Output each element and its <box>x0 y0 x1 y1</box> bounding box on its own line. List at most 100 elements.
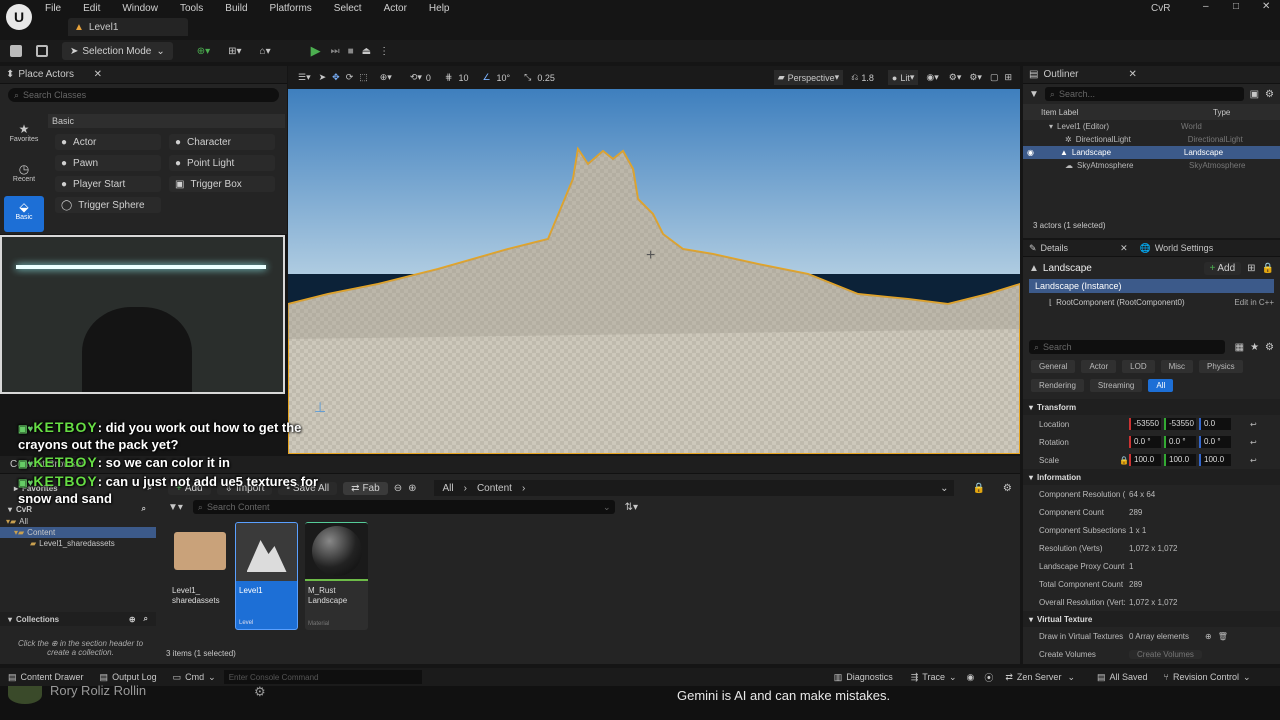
settings-icon[interactable]: ⚙▾ <box>969 72 982 83</box>
menu-tools[interactable]: Tools <box>180 3 203 14</box>
details-tab[interactable]: Details <box>1041 243 1069 253</box>
transform-section[interactable]: ▾ Transform <box>1023 399 1280 415</box>
location-x[interactable]: -53550 <box>1129 418 1161 430</box>
edit-in-cpp-link[interactable]: Edit in C++ <box>1234 298 1274 307</box>
rotation-y[interactable]: 0.0 ° <box>1164 436 1196 448</box>
location-dropdown[interactable]: Location <box>1039 420 1129 429</box>
tab-actor[interactable]: Actor <box>1081 360 1117 373</box>
diagnostics-button[interactable]: Diagnostics <box>846 672 893 682</box>
cinematics-icon[interactable]: ⌂▾ <box>260 46 271 57</box>
tree-all[interactable]: ▾▰ All <box>0 516 156 527</box>
scale-icon[interactable]: ⬚ <box>359 72 368 83</box>
outliner-row[interactable]: ☁ SkyAtmosphere SkyAtmosphere <box>1023 159 1280 172</box>
menu-file[interactable]: File <box>45 3 61 14</box>
blueprint-icon[interactable]: ⊞▾ <box>228 46 241 57</box>
chevron-down-icon[interactable]: ⌄ <box>949 672 957 683</box>
tab-rendering[interactable]: Rendering <box>1031 379 1084 392</box>
zen-server-dropdown[interactable]: Zen Server <box>1017 672 1062 682</box>
menu-window[interactable]: Window <box>122 3 158 14</box>
point-light-item[interactable]: ● Point Light <box>169 155 275 171</box>
close-icon[interactable]: ✕ <box>1128 69 1136 80</box>
maximize-icon[interactable]: □ <box>1233 1 1239 12</box>
grid-snap-icon[interactable]: ⋕ <box>445 72 453 83</box>
plus-circle-icon[interactable]: ⊕ <box>1205 632 1212 641</box>
menu-build[interactable]: Build <box>225 3 247 14</box>
expand-icon[interactable]: ▾ <box>1049 122 1053 131</box>
asset-tile[interactable]: Level1_ sharedassets <box>168 522 231 630</box>
perspective-dropdown[interactable]: ▰ Perspective ▾ <box>773 70 844 85</box>
all-saved-button[interactable]: All Saved <box>1110 672 1148 682</box>
step-icon[interactable]: ⏭ <box>331 46 340 57</box>
level-viewport[interactable]: + ⊥ <box>288 89 1020 454</box>
trace-dropdown[interactable]: Trace <box>922 672 945 682</box>
location-y[interactable]: -53550 <box>1164 418 1196 430</box>
console-input[interactable]: Enter Console Command <box>223 670 422 684</box>
move-icon[interactable]: ✥ <box>332 72 340 83</box>
actor-item[interactable]: ● Actor <box>55 134 161 150</box>
hamburger-icon[interactable]: ☰▾ <box>298 72 311 83</box>
chevron-down-icon[interactable]: ⌄ <box>1067 672 1075 683</box>
revision-control-dropdown[interactable]: Revision Control <box>1173 672 1239 682</box>
collections-header[interactable]: ▾ Collections ⊕ ⌕ <box>0 612 156 626</box>
level-tab[interactable]: ▲ Level1 <box>68 18 188 36</box>
blueprint-icon[interactable]: ⊞ <box>1247 263 1255 274</box>
breadcrumb-content[interactable]: Content <box>477 483 512 494</box>
chevron-down-icon[interactable]: ⌄ <box>603 502 611 513</box>
select-icon[interactable]: ➤ <box>319 72 327 83</box>
history-forward-icon[interactable]: ⊕ <box>408 483 416 494</box>
close-icon[interactable]: ✕ <box>1120 243 1128 254</box>
content-drawer-button[interactable]: Content Drawer <box>21 672 84 682</box>
minimize-icon[interactable]: – <box>1203 1 1209 12</box>
scale-z[interactable]: 100.0 <box>1199 454 1231 466</box>
tab-general[interactable]: General <box>1031 360 1076 373</box>
asset-tile-selected[interactable]: Level1 Level <box>235 522 298 630</box>
menu-help[interactable]: Help <box>429 3 450 14</box>
output-log-button[interactable]: Output Log <box>112 672 157 682</box>
eject-icon[interactable]: ⏏ <box>362 46 371 57</box>
folder-add-icon[interactable]: ▣ <box>1250 89 1259 100</box>
character-item[interactable]: ● Character <box>169 134 275 150</box>
surface-snap-icon[interactable]: ⟲▾ <box>410 72 422 83</box>
tab-misc[interactable]: Misc <box>1160 360 1194 373</box>
lock-icon[interactable]: 🔒 <box>972 483 984 494</box>
pawn-item[interactable]: ● Pawn <box>55 155 161 171</box>
cmd-dropdown[interactable]: Cmd <box>185 672 204 682</box>
recent-category[interactable]: ◷ Recent <box>4 156 44 196</box>
show-eye-icon[interactable]: ◉▾ <box>926 72 938 83</box>
scale-y[interactable]: 100.0 <box>1164 454 1196 466</box>
sort-icon[interactable]: ⇅▾ <box>625 502 638 513</box>
close-icon[interactable]: ✕ <box>94 69 102 80</box>
stop-icon[interactable]: ■ <box>348 46 354 57</box>
rotation-dropdown[interactable]: Rotation <box>1039 438 1129 447</box>
scale-snap-value[interactable]: 0.25 <box>537 73 555 83</box>
tab-all[interactable]: All <box>1148 379 1174 392</box>
globe-icon[interactable]: ⊕▾ <box>380 72 392 83</box>
reset-icon[interactable]: ↩ <box>1250 438 1257 447</box>
tab-physics[interactable]: Physics <box>1199 360 1243 373</box>
chevron-down-icon[interactable]: ⌄ <box>940 483 948 494</box>
settings-icon[interactable]: ⚙ <box>1265 89 1274 100</box>
add-actor-icon[interactable]: ⊕▾ <box>197 46 210 57</box>
menu-actor[interactable]: Actor <box>384 3 407 14</box>
unreal-logo-icon[interactable]: U <box>6 4 32 30</box>
reset-icon[interactable]: ↩ <box>1250 420 1257 429</box>
information-section[interactable]: ▾ Information <box>1023 469 1280 485</box>
rotation-z[interactable]: 0.0 ° <box>1199 436 1231 448</box>
plus-circle-icon[interactable]: ⊕ <box>129 615 136 624</box>
rotate-icon[interactable]: ⟳ <box>346 72 354 83</box>
chevron-down-icon[interactable]: ⌄ <box>208 672 216 683</box>
tree-sharedassets[interactable]: ▰ Level1_sharedassets <box>0 538 156 549</box>
tree-content[interactable]: ▾▰ Content <box>0 527 156 538</box>
camera-speed-icon[interactable]: ⎌ <box>851 72 858 83</box>
visibility-eye-icon[interactable]: ◉ <box>1027 148 1034 157</box>
trigger-sphere-item[interactable]: ◯ Trigger Sphere <box>55 197 161 213</box>
breadcrumb-all[interactable]: All <box>442 483 453 494</box>
tab-streaming[interactable]: Streaming <box>1089 379 1143 392</box>
lock-icon[interactable]: 🔒 <box>1119 456 1129 465</box>
virtual-texture-section[interactable]: ▾ Virtual Texture <box>1023 611 1280 627</box>
menu-platforms[interactable]: Platforms <box>270 3 312 14</box>
maximize-viewport-icon[interactable]: ⊞ <box>1004 72 1012 83</box>
menu-select[interactable]: Select <box>334 3 362 14</box>
layout-icon[interactable]: ▢ <box>990 72 999 83</box>
world-settings-tab[interactable]: World Settings <box>1155 243 1213 253</box>
